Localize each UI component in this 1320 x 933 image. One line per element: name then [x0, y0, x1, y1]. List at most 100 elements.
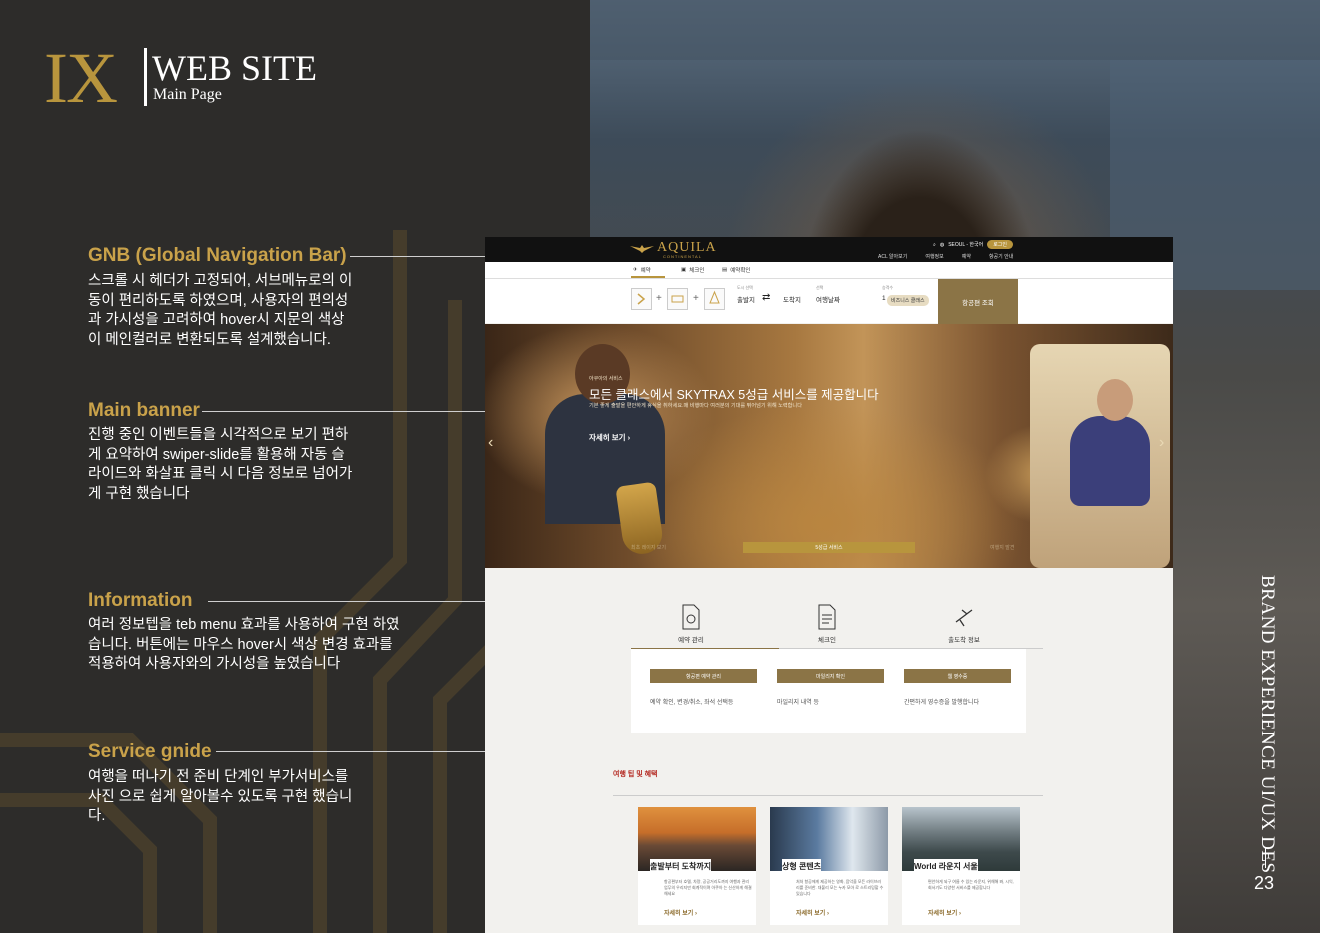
booking-tabs: ✈ 예약 ▣ 체크인 ▤ 예약확인 [485, 262, 1173, 278]
pagination-item-active[interactable]: 5성급 서비스 [743, 542, 915, 553]
tab-label: 체크인 [689, 268, 705, 274]
bed-icon [671, 295, 684, 303]
document-icon: ▤ [722, 267, 728, 273]
trip-type-multi-button[interactable] [667, 288, 688, 310]
vertical-divider [1265, 848, 1266, 868]
service-more-link[interactable]: 자세히 보기 › [796, 908, 829, 917]
trip-type-oneway-button[interactable] [631, 288, 652, 310]
more-label: 자세히 보기 [928, 911, 958, 917]
annotation-banner-text: 진행 중인 이벤트들을 시각적으로 보기 편하게 요약하여 swiper-sli… [88, 427, 353, 502]
divider [613, 795, 1043, 796]
arrow-icon [637, 293, 646, 305]
banner-eyebrow: 아쿠아의 서비스 [589, 376, 623, 382]
info-text: 마일리지 내역 등 [777, 700, 819, 706]
document-icon [818, 604, 836, 630]
service-more-link[interactable]: 자세히 보기 › [928, 908, 961, 917]
globe-icon: ◍ [939, 241, 945, 248]
cabin-class-chip[interactable]: 비즈니스 클래스 [887, 295, 929, 306]
service-card[interactable]: 상형 콘텐츠 처처 항공에게 제공하는 영화, 음악을 모든 라이브러리를 준비… [770, 807, 888, 925]
website-mockup: AQUILA CONTINENTAL ⌕ ◍ SEOUL - 한국어 로그인 A… [485, 237, 1173, 933]
banner-more-link[interactable]: 자세히 보기 › [589, 432, 630, 443]
logo-mark: IX [44, 38, 118, 118]
annotation-service-title: Service gnide [88, 741, 212, 762]
manage-booking-button[interactable]: 항공편 예약 관리 [650, 669, 757, 683]
info-text: 간편하게 영수증을 발행합니다 [904, 700, 980, 706]
swap-icon[interactable]: ⇄ [762, 292, 770, 303]
connector-line [202, 411, 498, 412]
menu-item-reservation[interactable]: 예약 [962, 253, 971, 260]
slide-title: WEB SITE [152, 48, 317, 88]
search-icon[interactable]: ⌕ [933, 242, 936, 248]
annotation-gnb-text: 스크롤 시 헤더가 고정되어, 서브메뉴로의 이동이 편리하도록 하였으며, 사… [88, 273, 353, 348]
tab-reservation[interactable]: ✈ 예약 [633, 266, 651, 274]
date-field[interactable]: 여행날짜 [816, 294, 840, 304]
brand-sub: CONTINENTAL [663, 254, 702, 259]
plus-icon: + [656, 293, 662, 304]
tab-booking-manage[interactable]: 예약 관리 [631, 604, 751, 644]
more-label: 자세히 보기 [796, 911, 826, 917]
pagination-item[interactable]: 여행지 발견 [990, 544, 1014, 551]
building-icon [709, 290, 720, 304]
wings-logo-icon [630, 245, 654, 253]
tab-flight-status[interactable]: 출도착 정보 [904, 604, 1024, 644]
destination-field[interactable]: 도착지 [783, 294, 801, 304]
plane-icon: ✈ [633, 267, 638, 273]
flight-search-button[interactable]: 항공편 조회 [938, 279, 1018, 324]
service-section-title: 여행 팁 및 혜택 [613, 771, 658, 778]
banner-prev-arrow-icon[interactable]: ‹ [488, 434, 493, 452]
more-label: 자세히 보기 [589, 433, 626, 442]
plane-icon [955, 609, 973, 627]
connector-line [350, 256, 498, 257]
checkin-icon: ▣ [681, 267, 687, 273]
trip-type-stopover-button[interactable] [704, 288, 725, 310]
tab-confirm[interactable]: ▤ 예약확인 [722, 266, 750, 274]
info-text: 예약 확인, 변경/취소, 좌석 선택등 [650, 700, 734, 706]
banner-headline: 모든 클래스에서 SKYTRAX 5성급 서비스를 제공합니다 [589, 388, 879, 402]
service-desc: 항공편부터 호텔, 차량, 공공거리도까지 여행과 관리업무의 우리지만 회계적… [664, 879, 752, 896]
main-menu: ACL 알아보기 여행정보 예약 항공기 안내 [878, 253, 1013, 260]
mileage-button[interactable]: 마일리지 확인 [777, 669, 884, 683]
menu-item-travel-info[interactable]: 여행정보 [925, 253, 943, 260]
annotation-info-text: 여러 정보텝을 teb menu 효과를 사용하여 구현 하였습니다. 버튼에는… [88, 617, 400, 672]
annotation-service-text: 여행을 떠나기 전 준비 단계인 부가서비스를 사진 으로 쉽게 알아볼수 있도… [88, 769, 353, 824]
annotation-banner-title: Main banner [88, 400, 200, 421]
tab-label: 예약 [640, 268, 651, 274]
tab-label: 체크인 [818, 637, 836, 644]
banner-figure [1097, 379, 1133, 421]
info-card: 항공편 예약 관리 마일리지 확인 웹 영수증 예약 확인, 변경/취소, 좌석… [631, 649, 1026, 733]
service-name: 상형 콘텐츠 [782, 859, 822, 872]
tab-label: 출도착 정보 [948, 637, 980, 644]
tab-checkin-info[interactable]: 체크인 [767, 604, 887, 644]
plus-icon: + [693, 293, 699, 304]
tab-label: 예약 관리 [678, 637, 704, 644]
banner-next-arrow-icon[interactable]: › [1159, 434, 1164, 452]
passenger-count[interactable]: 1 [882, 295, 886, 302]
logo-divider [144, 48, 147, 106]
origin-field[interactable]: 출발지 [737, 294, 755, 304]
language-select[interactable]: SEOUL - 한국어 [948, 241, 983, 248]
tab-checkin[interactable]: ▣ 체크인 [681, 266, 704, 274]
service-card[interactable]: World 라운지 서울 편안하게 되구 여름 수 있는 라운지, 위해해 봐,… [902, 807, 1020, 925]
more-label: 자세히 보기 [664, 911, 694, 917]
service-card[interactable]: 출발부터 도착까지 항공편부터 호텔, 차량, 공공거리도까지 여행과 관리업무… [638, 807, 756, 925]
receipt-button[interactable]: 웹 영수증 [904, 669, 1011, 683]
login-button[interactable]: 로그인 [987, 240, 1014, 249]
service-desc: 편안하게 되구 여름 수 있는 라운지, 위해해 봐, 시익, 회서기도 다양한… [928, 879, 1014, 890]
slide-subtitle: Main Page [153, 86, 222, 103]
page-number: 23 [1254, 873, 1275, 893]
tab-label: 예약확인 [730, 268, 751, 274]
menu-item-aircraft[interactable]: 항공기 안내 [989, 253, 1013, 260]
booking-bar: + + 도시 선택 출발지 ⇄ 도착지 선택 여행날짜 승객수 1 비즈니스 클… [485, 278, 1173, 324]
window-frame [590, 0, 1320, 60]
service-more-link[interactable]: 자세히 보기 › [664, 908, 697, 917]
service-name: World 라운지 서울 [914, 859, 978, 872]
service-name: 출발부터 도착까지 [650, 859, 712, 872]
document-clock-icon [682, 604, 700, 630]
menu-item-about[interactable]: ACL 알아보기 [878, 253, 907, 260]
annotation-gnb-title: GNB (Global Navigation Bar) [88, 245, 347, 266]
global-navigation-bar: AQUILA CONTINENTAL ⌕ ◍ SEOUL - 한국어 로그인 A… [485, 237, 1173, 262]
passenger-label: 승객수 [882, 285, 894, 290]
service-desc: 처처 항공에게 제공하는 영화, 음악을 모든 라이브러리를 준비한. 대불리 … [796, 879, 884, 896]
pagination-item[interactable]: 최초 레이지 보기 [631, 544, 666, 551]
date-label: 선택 [816, 285, 824, 290]
